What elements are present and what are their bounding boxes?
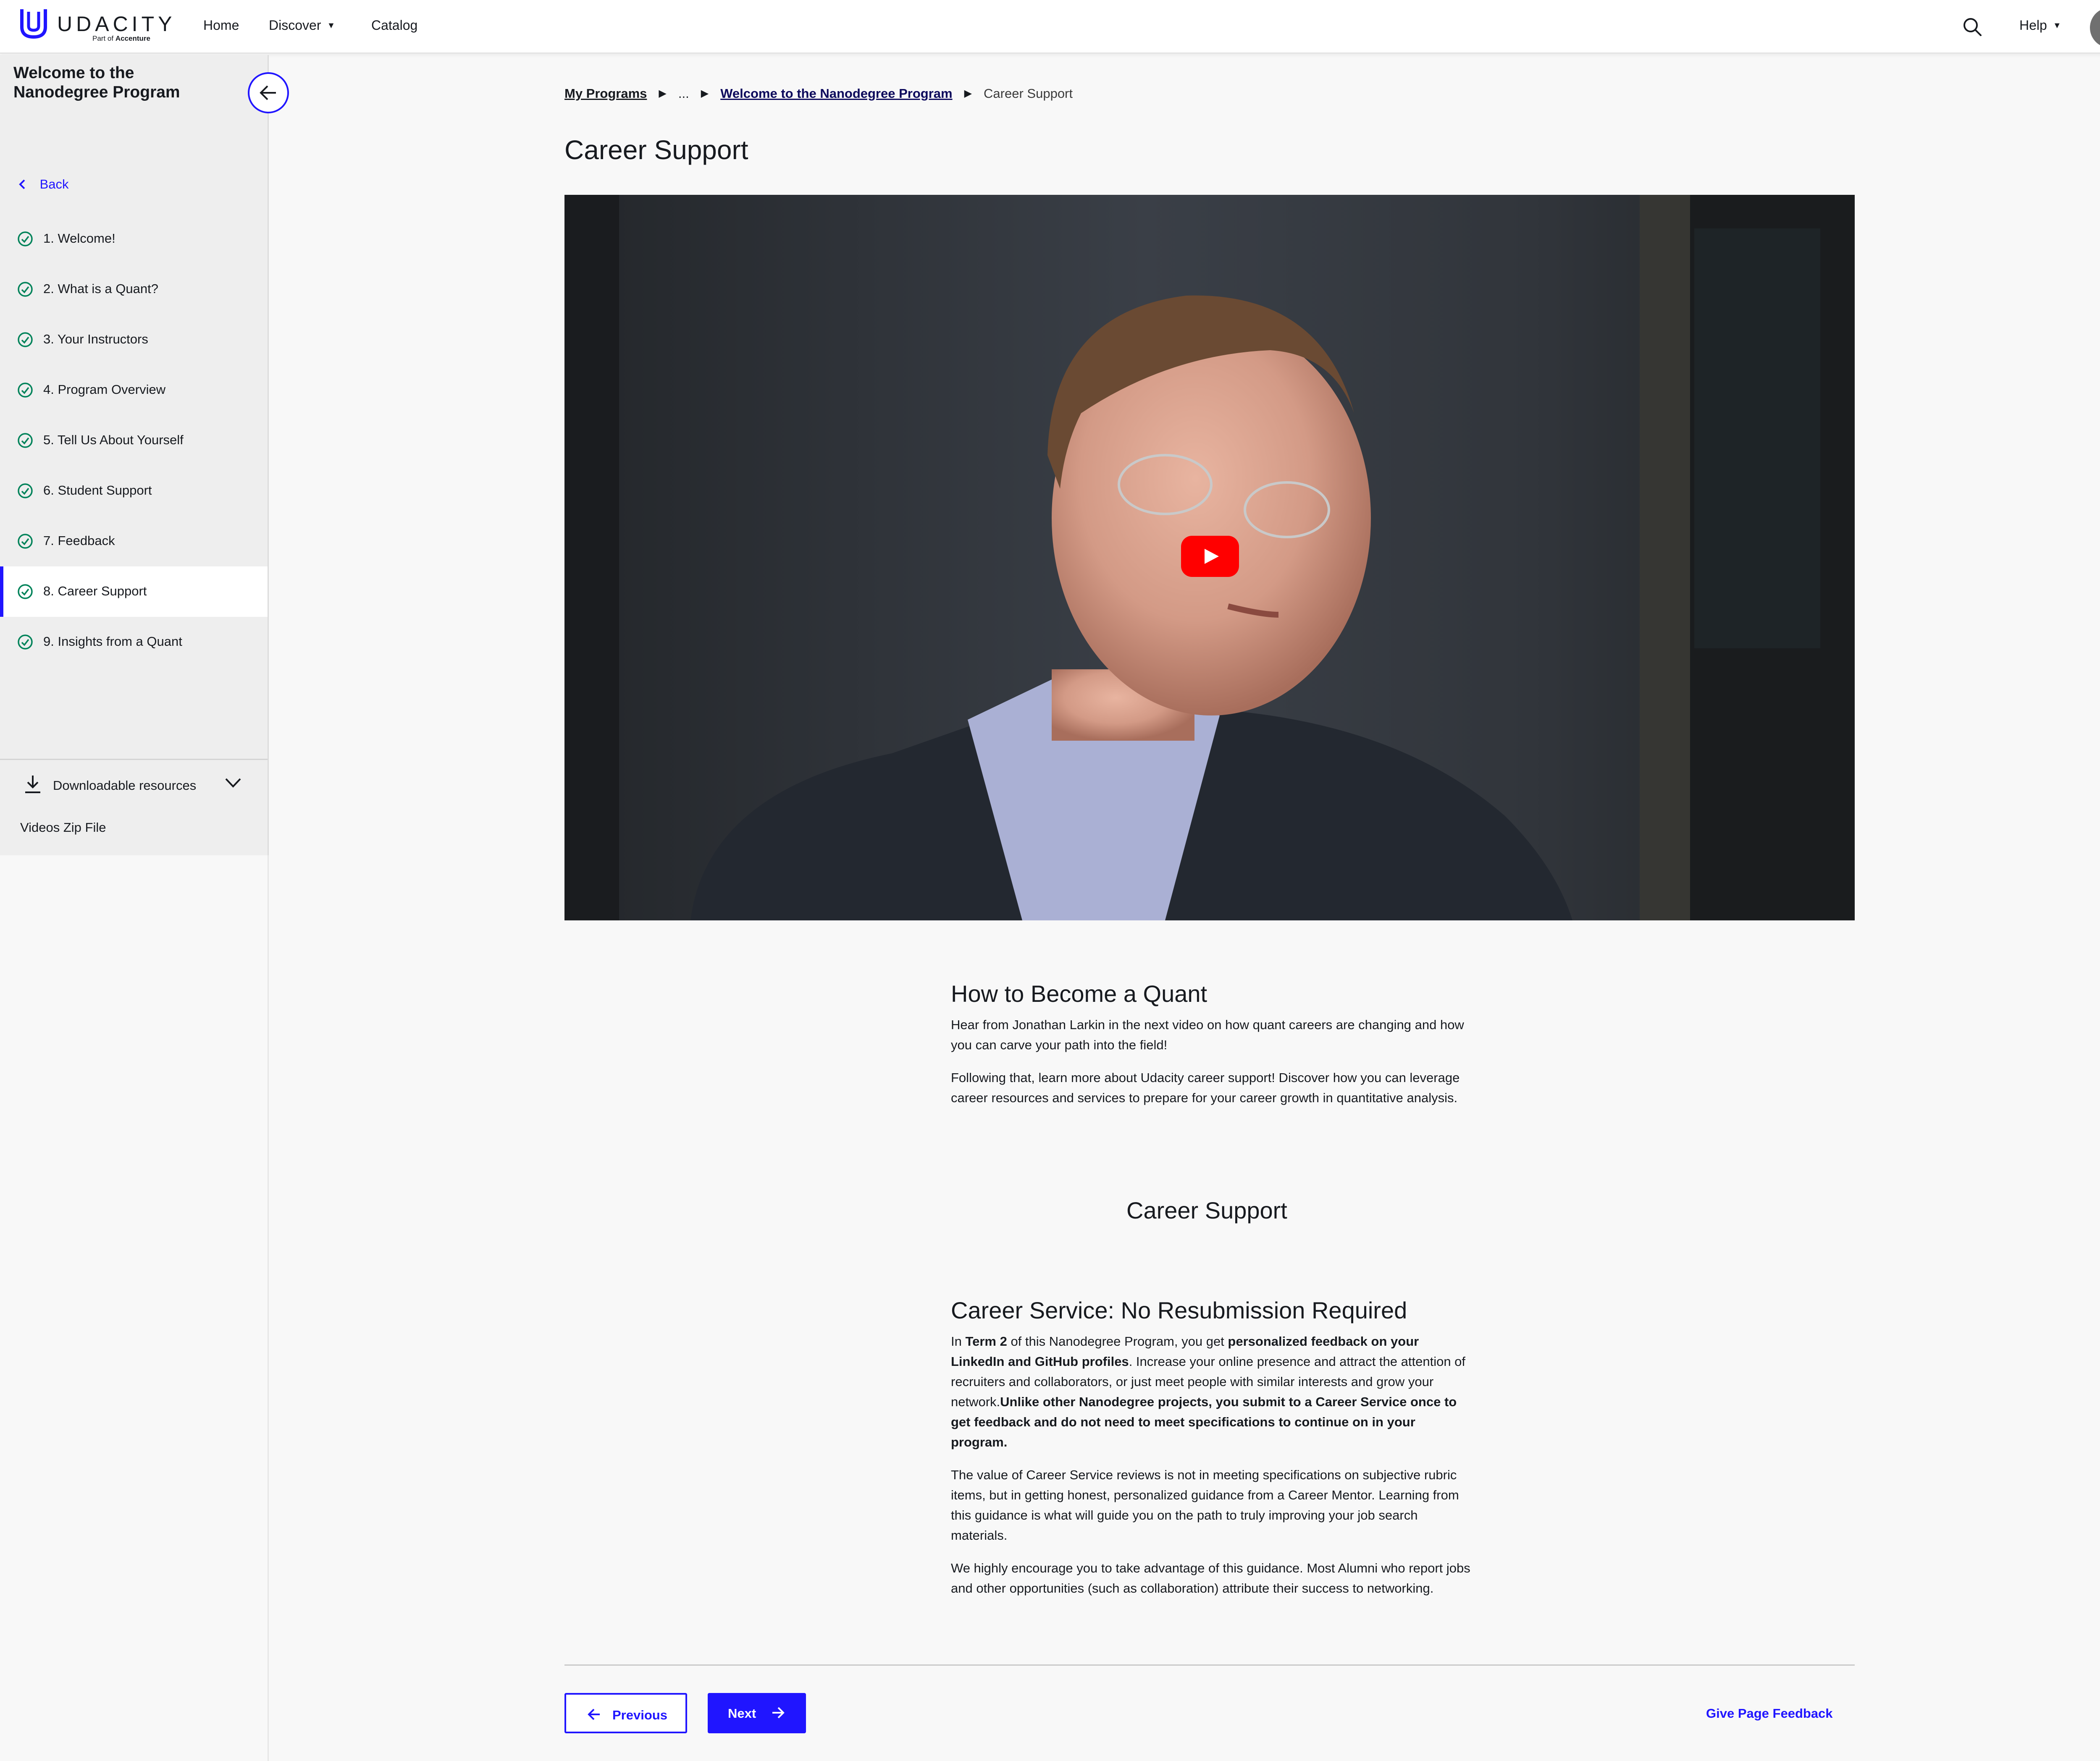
section-how-to-become-quant: How to Become a Quant Hear from Jonathan… [951,980,1472,1108]
check-circle-icon [18,383,33,398]
logo-sub-brand: Accenture [115,34,150,42]
sidebar-lesson-item[interactable]: 5. Tell Us About Yourself [0,415,268,466]
downloadable-resources-toggle[interactable]: Downloadable resources [24,772,259,797]
caret-right-icon: ▶ [659,88,667,99]
page-title: Career Support [564,135,748,165]
paragraph: Hear from Jonathan Larkin in the next vi… [951,1017,1464,1052]
udacity-logo-icon [20,9,47,39]
sidebar-lesson-label: 9. Insights from a Quant [43,634,182,649]
sidebar-border [268,855,269,1761]
sidebar-lesson-item[interactable]: 2. What is a Quant? [0,264,268,314]
sidebar-lesson-label: 7. Feedback [43,533,115,548]
videos-zip-file-link[interactable]: Videos Zip File [20,820,106,835]
logo-sub-prefix: Part of [92,34,114,42]
sidebar-lesson-label: 2. What is a Quant? [43,281,158,296]
check-circle-icon [18,231,33,246]
back-link[interactable]: Back [18,177,69,192]
breadcrumb-lesson-link[interactable]: Welcome to the Nanodegree Program [720,86,952,101]
sidebar-lesson-label: 4. Program Overview [43,382,166,397]
caret-down-icon: ▼ [2053,21,2061,30]
paragraph: We highly encourage you to take advantag… [951,1561,1470,1596]
check-circle-icon [18,282,33,297]
nav-discover[interactable]: Discover ▼ [269,18,335,33]
sidebar-lesson-item[interactable]: 7. Feedback [0,516,268,566]
nav-home[interactable]: Home [203,18,239,33]
sidebar-lesson-item[interactable]: 1. Welcome! [0,214,268,264]
arrow-left-icon [588,1709,600,1720]
sidebar-lesson-label: 8. Career Support [43,584,147,598]
logo-wordmark: UDACITY [57,12,176,36]
check-circle-icon [18,332,33,347]
caret-right-icon: ▶ [701,88,709,99]
chevron-left-icon [18,177,30,191]
sidebar-lesson-item[interactable]: 3. Your Instructors [0,314,268,365]
next-label: Next [728,1706,756,1721]
youtube-play-button[interactable] [1181,536,1239,577]
sidebar-lesson-item[interactable]: 8. Career Support [0,566,268,617]
sidebar-lesson-label: 3. Your Instructors [43,332,148,346]
caret-down-icon: ▼ [327,21,336,30]
breadcrumb-ellipsis[interactable]: ... [678,86,689,101]
nav-help-label: Help [2019,18,2047,33]
sidebar-lesson-item[interactable]: 6. Student Support [0,466,268,516]
career-support-video-title: Career Support [1126,1197,1287,1224]
bold-text-run: Term 2 [965,1334,1007,1349]
sidebar-lesson-label: 6. Student Support [43,483,152,498]
check-circle-icon [18,433,33,448]
sidebar-lesson-item[interactable]: 9. Insights from a Quant [0,617,268,667]
breadcrumb: My Programs ▶... ▶ Welcome to the Nanodegre… [564,86,1073,101]
nav-help[interactable]: Help ▼ [2019,18,2061,33]
logo-subtitle: Part of Accenture [92,34,150,43]
give-page-feedback-link[interactable]: Give Page Feedback [1706,1706,1833,1721]
udacity-logo[interactable]: UDACITY Part of Accenture [18,7,172,47]
check-circle-icon [18,584,33,599]
check-circle-icon [18,534,33,549]
breadcrumb-current: Career Support [984,86,1073,101]
next-button[interactable]: Next [708,1693,806,1733]
paragraph: The value of Career Service reviews is n… [951,1468,1459,1543]
downloadable-resources-label: Downloadable resources [53,778,197,793]
sidebar-lesson-label: 1. Welcome! [43,231,116,246]
collapse-sidebar-button[interactable] [248,72,289,113]
check-circle-icon [18,634,33,650]
sidebar-divider [0,759,268,760]
arrow-left-icon [260,85,276,100]
sidebar-lesson-title: Welcome to the Nanodegree Program [13,64,180,101]
user-avatar[interactable]: HC [2090,8,2100,48]
nav-catalog[interactable]: Catalog [371,18,417,33]
chevron-down-icon [225,778,241,788]
lesson-sidebar: Welcome to the Nanodegree Program Back 1… [0,55,269,855]
back-label: Back [39,177,69,191]
bold-text-run: Unlike other Nanodegree projects, you su… [951,1394,1457,1449]
section-career-service: Career Service: No Resubmission Required… [951,1297,1472,1599]
breadcrumb-my-programs[interactable]: My Programs [564,86,647,101]
text-run: of this Nanodegree Program, you get [1007,1334,1228,1349]
section-heading: Career Service: No Resubmission Required [951,1297,1407,1323]
arrow-right-icon [772,1707,785,1719]
paragraph: In Term 2 of this Nanodegree Program, yo… [951,1331,1472,1452]
search-icon[interactable] [1962,17,1982,37]
paragraph: Following that, learn more about Udacity… [951,1070,1460,1105]
download-icon [25,776,40,793]
caret-right-icon: ▶ [964,88,972,99]
sidebar-lesson-item[interactable]: 4. Program Overview [0,365,268,415]
top-navigation-bar: UDACITY Part of Accenture Home Discover ▼… [0,0,2100,54]
sidebar-lesson-label: 5. Tell Us About Yourself [43,432,184,447]
section-heading: How to Become a Quant [951,980,1208,1007]
text-run: In [951,1334,966,1349]
nav-discover-label: Discover [269,18,321,33]
previous-label: Previous [612,1708,667,1722]
check-circle-icon [18,483,33,498]
previous-button[interactable]: Previous [564,1693,687,1733]
content-divider [564,1664,1855,1666]
